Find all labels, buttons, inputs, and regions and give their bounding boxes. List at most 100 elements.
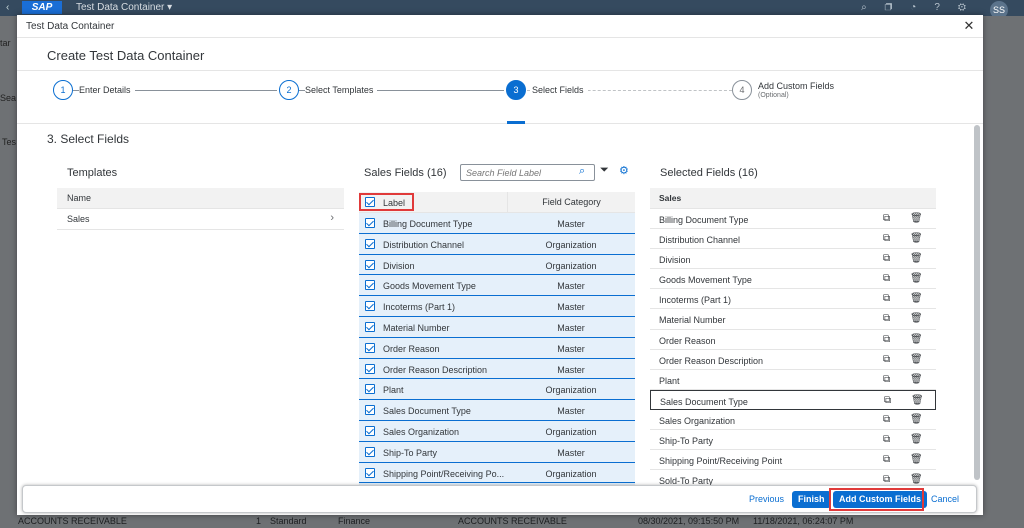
copy-icon[interactable]: ⧉ [883, 313, 890, 324]
finish-button[interactable]: Finish [792, 491, 831, 508]
sales-field-row[interactable]: Incoterms (Part 1) Master [359, 296, 635, 317]
cancel-button[interactable]: Cancel [931, 494, 959, 504]
selected-field-label: Sales Document Type [660, 396, 748, 407]
sales-field-row[interactable]: Division Organization [359, 254, 635, 276]
selected-field-row[interactable]: Sales Organization ⧉ 🗑 [650, 410, 936, 431]
copy-icon[interactable]: ⧉ [883, 354, 890, 365]
close-icon[interactable]: ✕ [961, 18, 977, 34]
dialog-header: Create Test Data Container [17, 37, 983, 71]
selected-field-row[interactable]: Sales Document Type ⧉ 🗑 [650, 389, 936, 410]
delete-icon[interactable]: 🗑 [910, 253, 923, 264]
selected-field-row[interactable]: Distribution Channel ⧉ 🗑 [650, 229, 936, 250]
chevron-right-icon: › [330, 212, 334, 224]
selected-field-row[interactable]: Plant ⧉ 🗑 [650, 370, 936, 390]
template-row-sales[interactable]: Sales › [57, 209, 344, 230]
row-checkbox[interactable] [365, 301, 375, 312]
delete-icon[interactable]: 🗑 [910, 334, 923, 345]
row-checkbox[interactable] [365, 467, 375, 478]
filter-icon[interactable]: ⏷ [600, 164, 609, 177]
delete-icon[interactable]: 🗑 [911, 395, 924, 406]
copy-icon[interactable]: ⧉ [884, 395, 891, 406]
selected-field-row[interactable]: Order Reason Description ⧉ 🗑 [650, 350, 936, 370]
shell-bar: ‹ SAP Test Data Container ▾ ⌕❐◔?⚙ SS [0, 0, 1024, 19]
selected-field-label: Plant [659, 375, 680, 386]
sales-field-row[interactable]: Goods Movement Type Master [359, 275, 635, 297]
selected-field-row[interactable]: Ship-To Party ⧉ 🗑 [650, 430, 936, 451]
back-icon[interactable]: ‹ [6, 2, 9, 13]
row-checkbox[interactable] [365, 280, 375, 291]
step-label: Select Fields [532, 85, 588, 95]
delete-icon[interactable]: 🗑 [910, 213, 923, 224]
scrollbar[interactable] [974, 125, 980, 480]
row-checkbox[interactable] [365, 446, 375, 457]
delete-icon[interactable]: 🗑 [910, 454, 923, 465]
sales-field-row[interactable]: Order Reason Master [359, 337, 635, 359]
search-icon[interactable]: ⌕ [579, 165, 585, 178]
sales-field-row[interactable]: Material Number Master [359, 316, 635, 338]
sales-field-row[interactable]: Billing Document Type Master [359, 213, 635, 234]
templates-table: Name Sales › [57, 188, 344, 230]
sales-field-row[interactable]: Ship-To Party Master [359, 441, 635, 463]
copy-icon[interactable]: ⧉ [883, 334, 890, 345]
delete-icon[interactable]: 🗑 [910, 474, 923, 485]
copy-icon[interactable]: ⧉ [883, 414, 890, 425]
field-category: Master [557, 406, 585, 417]
selected-field-row[interactable]: Material Number ⧉ 🗑 [650, 309, 936, 330]
selected-field-row[interactable]: Billing Document Type ⧉ 🗑 [650, 209, 936, 230]
sales-field-row[interactable]: Shipping Point/Receiving Po... Organizati… [359, 462, 635, 484]
delete-icon[interactable]: 🗑 [910, 293, 923, 304]
copy-icon[interactable]: ⧉ [883, 253, 890, 264]
step-label: Enter Details [79, 85, 135, 95]
copy-icon[interactable]: ⧉ [883, 454, 890, 465]
selected-field-label: Goods Movement Type [659, 275, 752, 286]
copy-icon[interactable]: ⧉ [883, 293, 890, 304]
selected-field-row[interactable]: Shipping Point/Receiving Point ⧉ 🗑 [650, 450, 936, 471]
sales-field-row[interactable]: Plant Organization [359, 379, 635, 401]
sales-field-row[interactable]: Order Reason Description Master [359, 358, 635, 380]
sales-field-row[interactable]: Distribution Channel Organization [359, 233, 635, 255]
row-checkbox[interactable] [365, 342, 375, 353]
row-checkbox[interactable] [365, 363, 375, 374]
row-checkbox[interactable] [365, 384, 375, 395]
delete-icon[interactable]: 🗑 [910, 354, 923, 365]
selected-field-row[interactable]: Goods Movement Type ⧉ 🗑 [650, 269, 936, 290]
delete-icon[interactable]: 🗑 [910, 374, 923, 385]
delete-icon[interactable]: 🗑 [910, 273, 923, 284]
templates-column-header: Name [57, 188, 344, 209]
row-checkbox[interactable] [365, 405, 375, 416]
previous-button[interactable]: Previous [749, 494, 784, 504]
delete-icon[interactable]: 🗑 [910, 414, 923, 425]
delete-icon[interactable]: 🗑 [910, 313, 923, 324]
field-label: Sales Organization [383, 426, 460, 437]
row-checkbox[interactable] [365, 238, 375, 249]
selected-field-row[interactable]: Incoterms (Part 1) ⧉ 🗑 [650, 289, 936, 310]
copy-icon[interactable]: ⧉ [883, 213, 890, 224]
bg-cell: 1 [256, 516, 262, 526]
copy-icon[interactable]: ⧉ [883, 273, 890, 284]
field-category: Master [557, 364, 585, 375]
gear-icon[interactable]: ⚙ [619, 164, 629, 177]
selected-field-row[interactable]: Division ⧉ 🗑 [650, 249, 936, 270]
row-checkbox[interactable] [365, 321, 375, 332]
row-checkbox[interactable] [365, 218, 375, 228]
delete-icon[interactable]: 🗑 [910, 233, 923, 244]
selected-field-row[interactable]: Order Reason ⧉ 🗑 [650, 330, 936, 350]
sap-logo[interactable]: SAP [22, 1, 62, 14]
row-checkbox[interactable] [365, 425, 375, 436]
background-row: ACCOUNTS RECEIVABLE 1 Standard Finance A… [18, 513, 918, 527]
field-category: Master [557, 322, 585, 333]
delete-icon[interactable]: 🗑 [910, 434, 923, 445]
field-label: Material Number [383, 322, 450, 333]
app-title[interactable]: Test Data Container ▾ [76, 2, 172, 13]
shell-icons[interactable]: ⌕❐◔?⚙ [861, 2, 984, 13]
copy-icon[interactable]: ⧉ [883, 233, 890, 244]
field-label: Billing Document Type [383, 219, 473, 229]
row-checkbox[interactable] [365, 259, 375, 270]
sales-field-row[interactable]: Sales Organization Organization [359, 420, 635, 442]
bg-cell: ACCOUNTS RECEIVABLE [18, 516, 127, 526]
sales-field-row[interactable]: Sales Document Type Master [359, 400, 635, 421]
copy-icon[interactable]: ⧉ [883, 374, 890, 385]
search-input[interactable] [460, 164, 595, 181]
copy-icon[interactable]: ⧉ [883, 434, 890, 445]
copy-icon[interactable]: ⧉ [883, 474, 890, 485]
